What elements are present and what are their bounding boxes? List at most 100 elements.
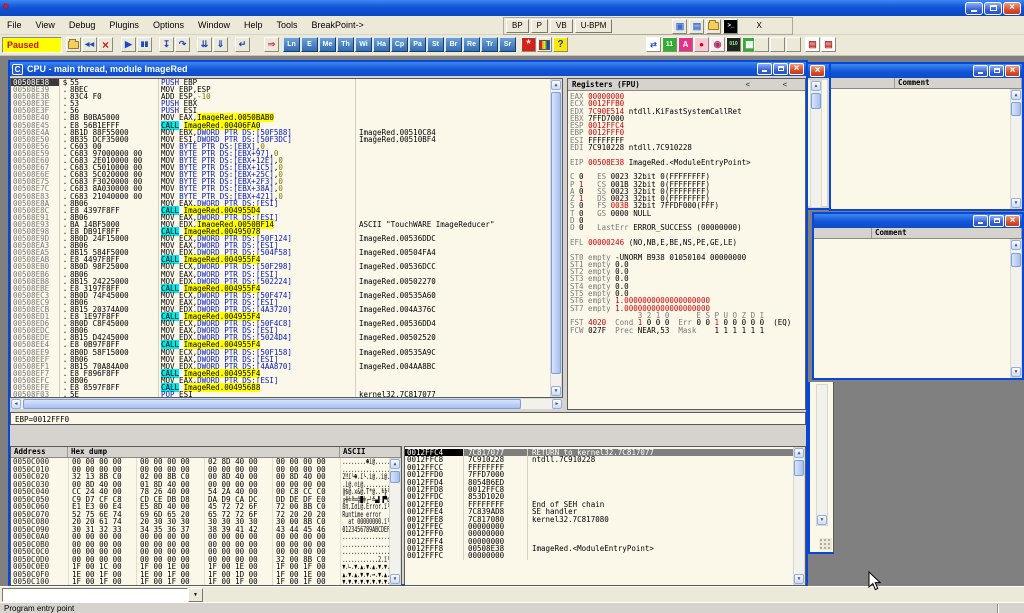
disasm-row[interactable]: 00508EF7.E8 F896F8FFCALL ImageRed.004955… [11, 370, 562, 377]
toolbar-button[interactable]: * [521, 37, 536, 52]
toolbar-blank-button[interactable] [770, 37, 785, 52]
cpu-window-titlebar[interactable]: C CPU - main thread, module ImageRed [10, 62, 806, 76]
disasm-row[interactable]: 00508EE9.8B0D 58F15000MOV ECX,DWORD PTR … [11, 349, 562, 356]
disasm-row[interactable]: 00508EC3.8B0D 74F45000MOV ECX,DWORD PTR … [11, 292, 562, 299]
dump-row[interactable]: 0050C1001F 00 1F 001F 00 1F 001F 00 1F 0… [11, 578, 401, 586]
disasm-row[interactable]: 00508E3B.83C4 F0ADD ESP,-10 [11, 93, 562, 100]
toolbar-window-button-me[interactable]: Me [319, 37, 336, 52]
column-header-blank[interactable] [814, 228, 872, 238]
disasm-row[interactable]: 00508ED6.8B0D C8F45000MOV ECX,DWORD PTR … [11, 320, 562, 327]
stack-pane[interactable]: 0012FFC47C817077RETURN to kernel32.7C817… [404, 446, 806, 586]
register-line[interactable]: T 0 GS 0000 NULL [568, 210, 805, 217]
restore-button[interactable] [984, 2, 1002, 15]
minimize-button[interactable] [757, 63, 772, 75]
stack-row[interactable]: 0012FFD07FFD7000 [405, 471, 805, 478]
menu-item-tools[interactable]: Tools [270, 19, 305, 31]
dump-column-hex[interactable]: Hex dump [68, 447, 340, 457]
disasm-row[interactable]: 00508E9D.8B0D 24F15000MOV ECX,DWORD PTR … [11, 235, 562, 242]
bp-toolbar-button-vb[interactable]: VB [550, 19, 573, 33]
stack-row[interactable]: 0012FFF000000000 [405, 530, 805, 537]
disassembly-vscrollbar[interactable] [550, 79, 562, 397]
toolbar-window-button-ha[interactable]: Ha [373, 37, 390, 52]
background-window-scrollbar[interactable] [816, 384, 828, 526]
dump-row[interactable]: 0050C040CC 24 40 0078 26 40 0054 2A 40 0… [11, 488, 401, 496]
toolbar-window-button-st[interactable]: St [427, 37, 444, 52]
toolbar-button[interactable]: ⇒ [264, 37, 279, 52]
dump-row[interactable]: 0050C02032 13 8B C002 00 8B C000 8D 40 0… [11, 473, 401, 481]
menu-item-view[interactable]: View [29, 19, 62, 31]
toolbar-button[interactable] [706, 19, 721, 34]
toolbar-window-button-br[interactable]: Br [445, 37, 462, 52]
dump-row[interactable]: 0050C0F01E 00 1F 001E 00 1F 001F 00 1D 0… [11, 571, 401, 579]
close-button[interactable] [1003, 2, 1021, 15]
register-line[interactable]: EFL 00000246 (NO,NB,E,BE,NS,PE,GE,LE) [568, 239, 805, 246]
comment-window-top-titlebar[interactable] [831, 64, 1022, 78]
dump-column-ascii[interactable]: ASCII [340, 447, 401, 457]
toolbar-button[interactable] [66, 37, 81, 52]
register-line[interactable]: FCW 027F Prec NEAR,53 Mask 1 1 1 1 1 1 [568, 327, 805, 334]
comment-window-scrollbar[interactable] [1010, 239, 1022, 378]
column-header-comment[interactable]: Comment [872, 228, 1022, 238]
dump-row[interactable]: 0050C07052 75 6E 7469 6D 65 2065 72 72 6… [11, 511, 401, 519]
maximize-button[interactable] [773, 63, 788, 75]
toolbar-button[interactable]: × [98, 37, 113, 52]
stack-row[interactable]: 0012FFE0FFFFFFFFEnd of SEH chain [405, 501, 805, 508]
stack-row[interactable]: 0012FFD48054B6ED [405, 479, 805, 486]
toolbar-button[interactable]: ● [694, 37, 709, 52]
close-button[interactable] [1005, 65, 1020, 77]
toolbar-button[interactable]: ▤ [805, 37, 820, 52]
dump-row[interactable]: 0050C060E1 E3 00 E4E5 8D 40 0045 72 72 6… [11, 503, 401, 511]
minimize-button[interactable] [973, 65, 988, 77]
toolbar-window-button-e[interactable]: E [301, 37, 318, 52]
maximize-button[interactable] [989, 65, 1004, 77]
dump-vscrollbar[interactable] [389, 458, 401, 585]
command-dropdown-button[interactable] [188, 588, 203, 602]
toolbar-button[interactable]: ◀◀ [82, 37, 97, 52]
dump-row[interactable]: 0050C0E01F 00 1C 001F 00 1E 001F 00 1E 0… [11, 563, 401, 571]
disasm-row[interactable]: 00508EB0.8B0D 98F25000MOV ECX,DWORD PTR … [11, 263, 562, 270]
comment-window-middle-titlebar[interactable] [814, 214, 1022, 228]
toolbar-button[interactable] [537, 37, 552, 52]
dump-row[interactable]: 0050C050C9 D7 CF C8CD CE DB D8DA D9 CA D… [11, 496, 401, 504]
stack-vscrollbar[interactable] [793, 447, 805, 585]
background-window-scrollbar[interactable] [810, 80, 822, 208]
dump-row[interactable]: 0050C0C000 00 00 0000 00 00 0000 00 00 0… [11, 548, 401, 556]
stack-row[interactable]: 0012FFF800508E38ImageRed.<ModuleEntryPoi… [405, 545, 805, 552]
toolbar-button[interactable]: ⇄ [646, 37, 661, 52]
toolbar-window-button-ln[interactable]: Ln [283, 37, 300, 52]
toolbar-button[interactable]: ↷ [175, 37, 190, 52]
toolbar-button[interactable]: ▣ [672, 19, 687, 34]
stack-row[interactable]: 0012FFDC853D1020 [405, 493, 805, 500]
registers-pane-buttons[interactable]: < < [745, 80, 801, 89]
menu-item-help[interactable]: Help [237, 19, 270, 31]
toolbar-window-button-sr[interactable]: Sr [499, 37, 516, 52]
hex-dump-pane[interactable]: Address Hex dump ASCII 0050C00000 00 00 … [10, 446, 402, 586]
register-line[interactable]: EDI 7C910228 ntdll.7C910228 [568, 144, 805, 151]
toolbar-button[interactable]: 11 [662, 37, 677, 52]
dump-row[interactable]: 0050C0D000 00 00 0000 00 00 0000 00 00 0… [11, 556, 401, 564]
menu-item-options[interactable]: Options [146, 19, 191, 31]
column-header-blank[interactable] [831, 78, 895, 88]
register-line[interactable]: EIP 00508E38 ImageRed.<ModuleEntryPoint> [568, 159, 805, 166]
comment-window-top[interactable]: Comment [829, 62, 1024, 211]
toolbar-button[interactable]: ↵ [235, 37, 250, 52]
menu-item-window[interactable]: Window [191, 19, 237, 31]
toolbar-blank-button[interactable] [754, 37, 769, 52]
stack-row[interactable]: 0012FFC87C910228ntdll.7C910228 [405, 456, 805, 463]
comment-window-scrollbar[interactable] [1010, 89, 1022, 209]
maximize-button[interactable] [989, 215, 1004, 227]
close-button[interactable] [1005, 215, 1020, 227]
dump-column-address[interactable]: Address [11, 447, 68, 457]
stack-row[interactable]: 0012FFEC00000000 [405, 523, 805, 530]
toolbar-button[interactable]: A [678, 37, 693, 52]
bp-toolbar-button-p[interactable]: P [531, 19, 548, 33]
command-input[interactable] [2, 588, 188, 602]
dump-row[interactable]: 0050C0A000 00 00 0000 00 00 0000 00 00 0… [11, 533, 401, 541]
menu-item-plugins[interactable]: Plugins [102, 19, 146, 31]
toolbar-button[interactable]: ▮▮ [137, 37, 152, 52]
column-header-comment[interactable]: Comment [895, 78, 1022, 88]
main-titlebar[interactable]: * [0, 0, 1024, 16]
registers-pane[interactable]: Registers (FPU) < < EAX 00000000ECX 0012… [567, 78, 806, 410]
stack-row[interactable]: 0012FFE87C817080kernel32.7C817080 [405, 516, 805, 523]
resize-grip[interactable] [819, 538, 832, 550]
